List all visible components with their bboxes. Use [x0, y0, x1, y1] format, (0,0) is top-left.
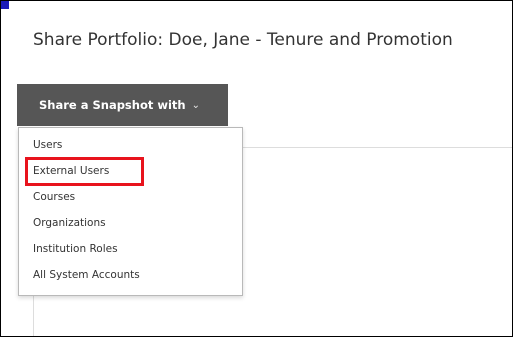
menu-item-all-system-accounts[interactable]: All System Accounts	[33, 269, 140, 281]
chevron-down-icon: ⌄	[191, 99, 201, 111]
menu-item-users[interactable]: Users	[33, 139, 62, 151]
share-snapshot-button[interactable]: Share a Snapshot with ⌄	[17, 84, 228, 126]
menu-item-organizations[interactable]: Organizations	[33, 217, 106, 229]
corner-marker	[1, 1, 9, 9]
menu-item-external-users[interactable]: External Users	[33, 165, 109, 177]
share-snapshot-label: Share a Snapshot with	[39, 98, 186, 112]
page-title: Share Portfolio: Doe, Jane - Tenure and …	[33, 30, 453, 50]
share-dropdown-menu: Users External Users Courses Organizatio…	[18, 127, 243, 296]
menu-item-institution-roles[interactable]: Institution Roles	[33, 243, 118, 255]
menu-item-courses[interactable]: Courses	[33, 191, 75, 203]
